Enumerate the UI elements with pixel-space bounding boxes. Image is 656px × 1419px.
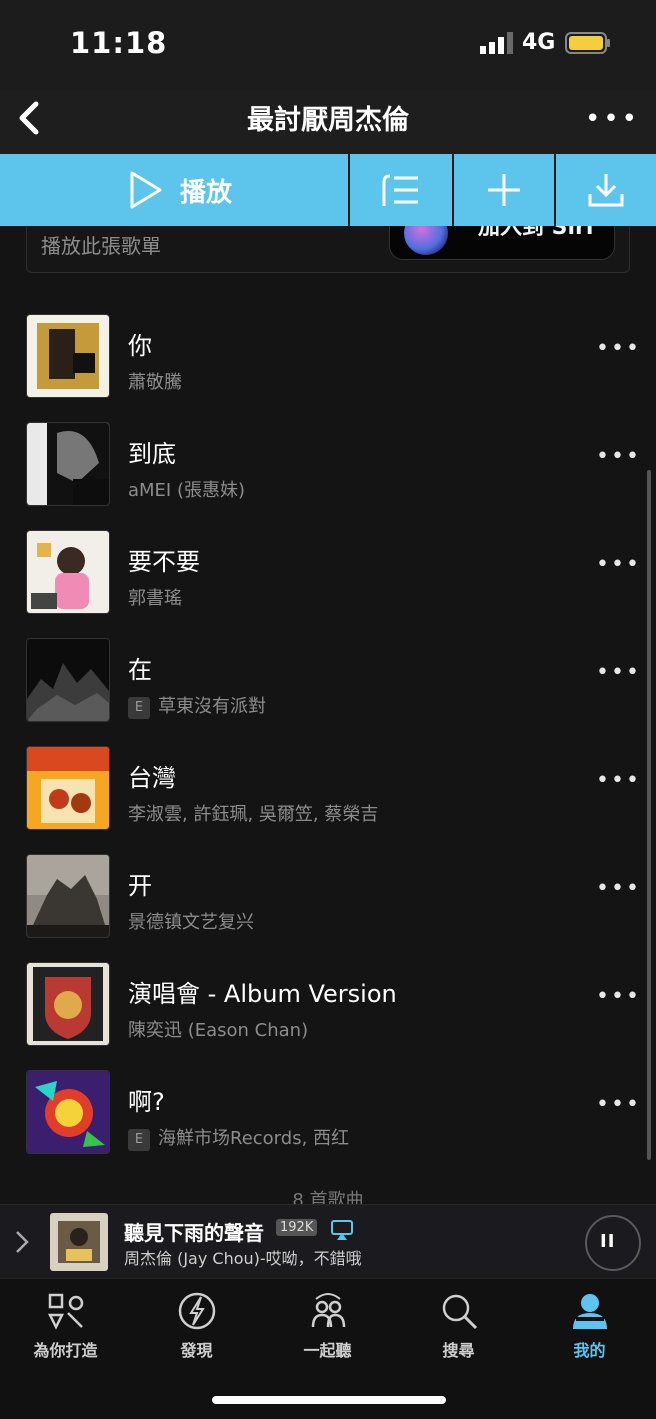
home-indicator bbox=[212, 1396, 446, 1404]
song-artist: aMEI (張惠妹) bbox=[128, 480, 246, 501]
airplay-icon[interactable] bbox=[330, 1219, 354, 1241]
tab-discover[interactable]: 發現 bbox=[131, 1291, 262, 1361]
album-art bbox=[26, 314, 110, 398]
signal-icon bbox=[480, 32, 513, 54]
song-artist: E 草東沒有派對 bbox=[128, 692, 266, 719]
scrollbar[interactable] bbox=[647, 470, 651, 1160]
tab-label: 發現 bbox=[180, 1341, 213, 1360]
list-item[interactable]: 开 景德镇文艺复兴 ••• bbox=[0, 840, 656, 948]
song-artist: 景德镇文艺复兴 bbox=[128, 912, 254, 933]
explicit-badge: E bbox=[128, 697, 150, 719]
song-more-button[interactable]: ••• bbox=[596, 768, 641, 793]
song-more-button[interactable]: ••• bbox=[596, 660, 641, 685]
song-artist: 蕭敬騰 bbox=[128, 372, 182, 393]
album-art bbox=[26, 962, 110, 1046]
nav-bar: 最討厭周杰倫 ••• bbox=[0, 90, 656, 154]
list-item[interactable]: 要不要 郭書瑤 ••• bbox=[0, 516, 656, 624]
song-artist: E 海鮮市场Records, 西红 bbox=[128, 1124, 349, 1151]
song-more-button[interactable]: ••• bbox=[596, 336, 641, 361]
song-title: 到底 bbox=[128, 440, 176, 468]
song-artist: 陳奕迅 (Eason Chan) bbox=[128, 1020, 309, 1041]
song-more-button[interactable]: ••• bbox=[596, 552, 641, 577]
tab-mine[interactable]: 我的 bbox=[524, 1291, 655, 1361]
song-artist: 郭書瑤 bbox=[128, 588, 182, 609]
download-button[interactable] bbox=[554, 154, 656, 226]
song-more-button[interactable]: ••• bbox=[596, 1092, 641, 1117]
tab-label: 我的 bbox=[573, 1341, 606, 1360]
mini-player[interactable]: 聽見下雨的聲音 192K 周杰倫 (Jay Chou)-哎呦，不錯哦 II bbox=[0, 1204, 656, 1279]
song-title: 要不要 bbox=[128, 548, 200, 576]
song-more-button[interactable]: ••• bbox=[596, 876, 641, 901]
album-art bbox=[26, 530, 110, 614]
chevron-right-icon[interactable] bbox=[12, 1227, 32, 1257]
song-title: 演唱會 - Album Version bbox=[128, 980, 397, 1008]
tab-label: 為你打造 bbox=[33, 1341, 98, 1360]
song-artist: 李淑雲, 許鈺珮, 吳爾笠, 蔡榮吉 bbox=[128, 804, 379, 825]
list-item[interactable]: 啊? E 海鮮市场Records, 西红 ••• bbox=[0, 1056, 656, 1164]
profile-icon bbox=[572, 1294, 607, 1329]
queue-button[interactable] bbox=[348, 154, 450, 226]
album-art bbox=[26, 422, 110, 506]
now-playing-title: 聽見下雨的聲音 bbox=[124, 1221, 264, 1245]
now-playing-subtitle: 周杰倫 (Jay Chou)-哎呦，不錯哦 bbox=[124, 1249, 362, 1268]
network-type: 4G bbox=[522, 30, 556, 55]
pause-icon: II bbox=[600, 1231, 616, 1252]
album-art bbox=[26, 638, 110, 722]
siri-hint: 播放此張歌單 bbox=[41, 234, 161, 258]
play-label: 播放 bbox=[180, 178, 233, 208]
list-item[interactable]: 台灣 李淑雲, 許鈺珮, 吳爾笠, 蔡榮吉 ••• bbox=[0, 732, 656, 840]
song-more-button[interactable]: ••• bbox=[596, 444, 641, 469]
people-icon bbox=[311, 1293, 345, 1328]
album-art bbox=[26, 1070, 110, 1154]
song-title: 开 bbox=[128, 872, 152, 900]
play-all-button[interactable]: 播放 bbox=[0, 154, 348, 226]
pause-button[interactable]: II bbox=[585, 1215, 641, 1271]
add-button[interactable] bbox=[452, 154, 554, 226]
search-icon bbox=[442, 1294, 477, 1330]
list-item[interactable]: 在 E 草東沒有派對 ••• bbox=[0, 624, 656, 732]
album-art bbox=[26, 746, 110, 830]
song-more-button[interactable]: ••• bbox=[596, 984, 641, 1009]
page-title: 最討厭周杰倫 bbox=[247, 105, 409, 136]
more-options-button[interactable]: ••• bbox=[585, 104, 640, 134]
list-item[interactable]: 你 蕭敬騰 ••• bbox=[0, 300, 656, 408]
compass-icon bbox=[178, 1292, 215, 1330]
playlist-action-bar: 播放 bbox=[0, 154, 656, 226]
status-time: 11:18 bbox=[70, 26, 168, 60]
song-title: 台灣 bbox=[128, 764, 176, 792]
tab-label: 搜尋 bbox=[442, 1341, 475, 1360]
plus-icon bbox=[488, 174, 520, 206]
download-icon bbox=[588, 174, 624, 207]
song-title: 啊? bbox=[128, 1088, 165, 1116]
play-icon bbox=[130, 171, 162, 209]
list-item[interactable]: 演唱會 - Album Version 陳奕迅 (Eason Chan) ••• bbox=[0, 948, 656, 1056]
song-title: 你 bbox=[128, 332, 152, 360]
song-title: 在 bbox=[128, 656, 152, 684]
battery-icon bbox=[565, 32, 610, 54]
queue-icon bbox=[382, 174, 418, 206]
shapes-icon bbox=[47, 1293, 83, 1330]
tab-search[interactable]: 搜尋 bbox=[393, 1291, 524, 1361]
now-playing-art bbox=[50, 1213, 108, 1271]
album-art bbox=[26, 854, 110, 938]
list-item[interactable]: 到底 aMEI (張惠妹) ••• bbox=[0, 408, 656, 516]
tab-label: 一起聽 bbox=[303, 1341, 352, 1360]
quality-badge: 192K bbox=[276, 1219, 318, 1236]
song-list: 你 蕭敬騰 ••• 到底 aMEI (張惠妹) ••• 要不要 郭書瑤 ••• … bbox=[0, 300, 656, 1160]
tab-for-you[interactable]: 為你打造 bbox=[0, 1291, 131, 1361]
tab-listen-together[interactable]: 一起聽 bbox=[262, 1291, 393, 1361]
explicit-badge: E bbox=[128, 1129, 150, 1151]
status-bar: 11:18 4G bbox=[0, 0, 656, 90]
